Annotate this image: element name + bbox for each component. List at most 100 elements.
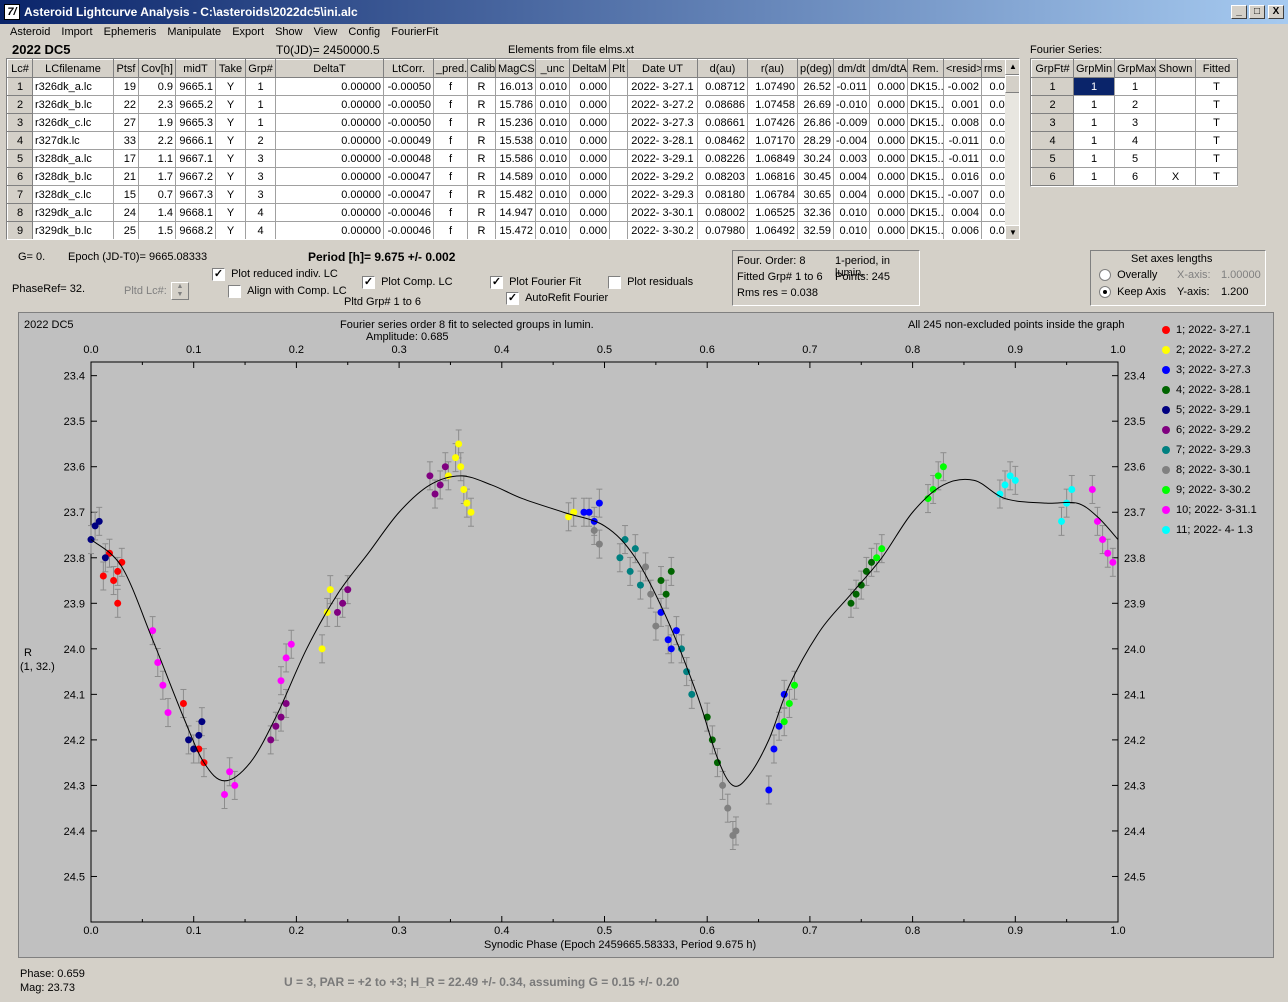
data-point [765,786,773,794]
data-point [1104,549,1112,557]
legend-item: 1; 2022- 3-27.1 [1162,324,1272,344]
data-point [226,768,234,776]
data-point [1068,485,1076,493]
data-point [1099,536,1107,544]
data-point [664,636,672,644]
data-point [114,567,122,575]
data-point [221,791,229,799]
legend-dot-icon [1162,426,1170,435]
legend-label: 2; 2022- 3-27.2 [1176,344,1251,356]
data-point [101,554,109,562]
data-point [267,736,275,744]
legend-dot-icon [1162,406,1170,415]
legend-label: 11; 2022- 4- 1.3 [1176,524,1253,536]
data-point [426,472,434,480]
data-point [185,736,193,744]
data-point [110,577,118,585]
data-point [667,567,675,575]
data-point [873,554,881,562]
legend-label: 7; 2022- 3-29.3 [1176,444,1251,456]
data-point [1109,558,1117,566]
y-tick-label: 23.7 [64,507,85,519]
y-tick-label: 23.4 [1124,371,1145,383]
x-tick-label: 0.5 [597,925,612,937]
data-point [333,608,341,616]
data-point [590,526,598,534]
data-point [339,599,347,607]
data-point [282,654,290,662]
x-tick-label: 0.4 [494,344,509,356]
data-point [277,713,285,721]
data-point [667,645,675,653]
y-tick-label: 24.1 [1124,689,1145,701]
legend-dot-icon [1162,446,1170,455]
data-point [1001,481,1009,489]
y-tick-label: 24.0 [1124,644,1145,656]
data-point [287,640,295,648]
data-point [455,440,463,448]
x-tick-label: 0.0 [83,925,98,937]
data-point [642,563,650,571]
data-point [452,454,460,462]
legend-label: 6; 2022- 3-29.2 [1176,424,1251,436]
x-tick-label: 0.0 [83,344,98,356]
y-tick-label: 23.5 [1124,416,1145,428]
data-point [431,490,439,498]
legend-dot-icon [1162,486,1170,495]
y-tick-label: 23.5 [64,416,85,428]
data-point [732,827,740,835]
data-point [179,699,187,707]
legend-dot-icon [1162,346,1170,355]
x-tick-label: 0.4 [494,925,509,937]
legend-item: 11; 2022- 4- 1.3 [1162,524,1272,544]
data-point [647,590,655,598]
x-tick-label: 0.3 [391,344,406,356]
legend-label: 8; 2022- 3-30.1 [1176,464,1251,476]
data-point [847,599,855,607]
result-summary: U = 3, PAR = +2 to +3; H_R = 22.49 +/- 0… [284,975,680,989]
y-tick-label: 23.7 [1124,507,1145,519]
data-point [231,781,239,789]
legend-item: 2; 2022- 3-27.2 [1162,344,1272,364]
data-point [636,581,644,589]
y-tick-label: 24.4 [64,826,85,838]
y-tick-label: 23.9 [1124,598,1145,610]
legend-dot-icon [1162,366,1170,375]
y-tick-label: 24.4 [1124,826,1145,838]
lightcurve-chart[interactable]: 0.0 0.0 0.1 0.1 0.2 0.2 0.3 0.3 0.4 0.4 0.5 0.5 0.6 0… [0,0,1288,1002]
data-point [436,481,444,489]
x-tick-label: 0.8 [905,344,920,356]
legend-item: 6; 2022- 3-29.2 [1162,424,1272,444]
y-tick-label: 24.5 [64,871,85,883]
x-tick-label: 0.7 [802,925,817,937]
x-tick-label: 0.5 [597,344,612,356]
y-tick-label: 23.9 [64,598,85,610]
x-tick-label: 0.6 [700,344,715,356]
data-point [154,658,162,666]
data-point [790,681,798,689]
legend-label: 1; 2022- 3-27.1 [1176,324,1251,336]
data-point [585,508,593,516]
data-point [99,572,107,580]
x-tick-label: 0.2 [289,925,304,937]
legend-item: 10; 2022- 3-31.1 [1162,504,1272,524]
data-point [595,540,603,548]
legend-dot-icon [1162,506,1170,515]
chart-legend: 1; 2022- 3-27.1 2; 2022- 3-27.2 3; 2022- 3… [1162,324,1272,544]
data-point [159,681,167,689]
data-point [326,586,334,594]
data-point [467,508,475,516]
data-point [631,545,639,553]
x-tick-label: 0.1 [186,925,201,937]
data-point [878,545,886,553]
legend-item: 3; 2022- 3-27.3 [1162,364,1272,384]
x-tick-label: 0.1 [186,344,201,356]
data-point [118,558,126,566]
data-point [770,745,778,753]
y-tick-label: 23.6 [1124,462,1145,474]
data-point [95,517,103,525]
legend-item: 5; 2022- 3-29.1 [1162,404,1272,424]
plot-area [90,361,1119,923]
y-tick-label: 24.2 [1124,735,1145,747]
y-tick-label: 24.5 [1124,871,1145,883]
